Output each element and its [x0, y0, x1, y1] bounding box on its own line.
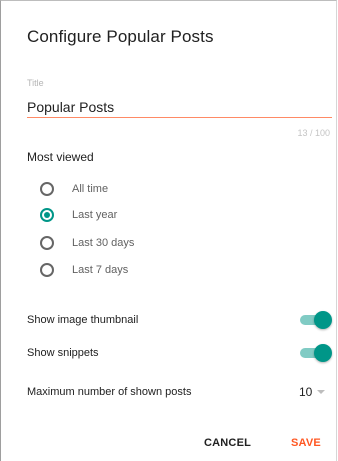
radio-button-icon [40, 263, 54, 277]
show-thumbnail-toggle[interactable] [300, 310, 332, 330]
title-char-count: 13 / 100 [297, 128, 330, 138]
dialog-title: Configure Popular Posts [27, 27, 214, 46]
radio-last-year[interactable]: Last year [40, 205, 117, 225]
most-viewed-label: Most viewed [27, 150, 94, 164]
radio-label: Last 30 days [72, 237, 135, 249]
radio-last-30-days[interactable]: Last 30 days [40, 233, 134, 253]
radio-last-7-days[interactable]: Last 7 days [40, 260, 128, 280]
title-input[interactable] [27, 97, 332, 118]
configure-popular-posts-dialog: Configure Popular Posts Title 13 / 100 M… [0, 0, 337, 461]
show-snippets-label: Show snippets [27, 347, 99, 359]
toggle-knob [314, 311, 332, 329]
toggle-knob [314, 344, 332, 362]
radio-label: Last 7 days [72, 264, 129, 276]
show-thumbnail-label: Show image thumbnail [27, 314, 139, 326]
radio-button-checked-icon [40, 208, 54, 222]
max-posts-label: Maximum number of shown posts [27, 386, 192, 398]
title-field-label: Title [27, 78, 44, 88]
max-posts-value: 10 [299, 385, 313, 399]
save-button[interactable]: SAVE [291, 437, 321, 449]
cancel-button[interactable]: CANCEL [204, 437, 251, 449]
triangle-down-icon [317, 390, 326, 394]
radio-label: Last year [72, 209, 118, 221]
radio-all-time[interactable]: All time [40, 179, 108, 199]
max-posts-select[interactable]: 10 [299, 385, 326, 399]
show-snippets-toggle[interactable] [300, 343, 332, 363]
radio-label: All time [72, 183, 109, 195]
radio-button-icon [40, 236, 54, 250]
radio-button-icon [40, 182, 54, 196]
